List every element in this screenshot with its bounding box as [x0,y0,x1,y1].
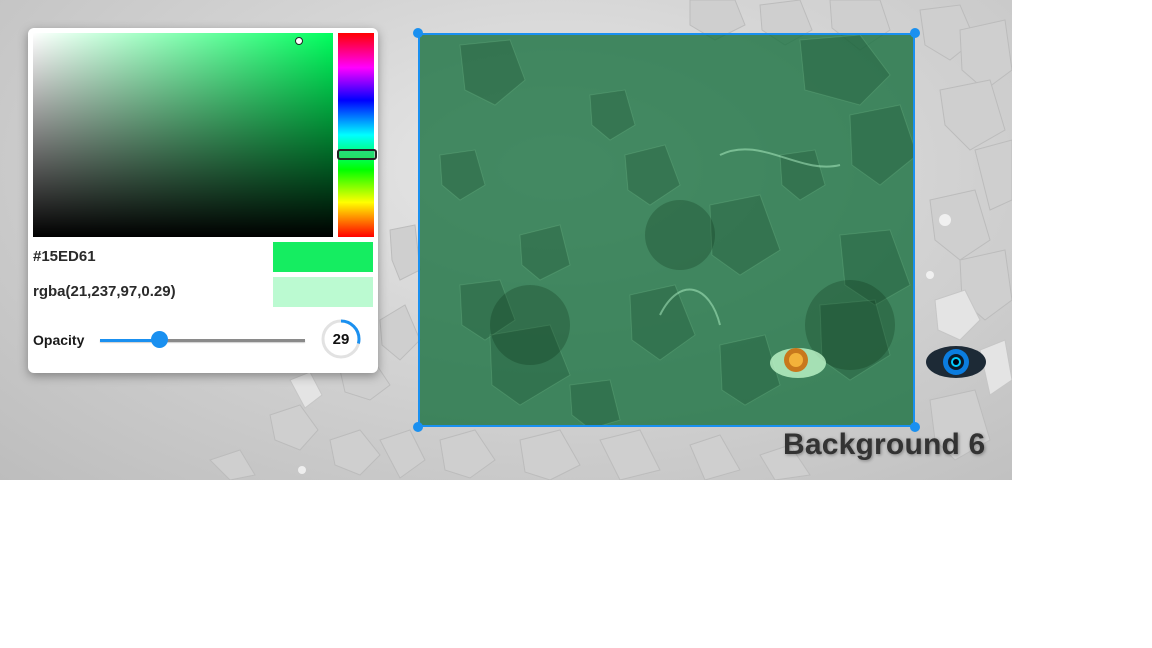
hue-slider[interactable] [338,33,374,237]
eye-graphic [926,346,986,378]
saturation-value-area[interactable] [33,33,333,237]
solid-color-swatch [273,242,373,272]
opacity-label: Opacity [33,332,85,348]
resize-handle-top-left[interactable] [413,28,423,38]
opacity-value-text: 29 [332,330,350,348]
saturation-cursor[interactable] [295,37,303,45]
opacity-slider-thumb[interactable] [150,331,168,348]
resize-handle-bottom-left[interactable] [413,422,423,432]
hex-value-text: #15ED61 [33,248,96,265]
resize-handle-top-right[interactable] [910,28,920,38]
opacity-slider-track[interactable] [100,339,305,342]
resize-handle-bottom-right[interactable] [910,422,920,432]
transparent-color-swatch [273,277,373,307]
rgba-value-text: rgba(21,237,97,0.29) [33,283,176,300]
hue-slider-handle[interactable] [337,149,377,160]
color-picker-panel: #15ED61 rgba(21,237,97,0.29) Opacity 29 [28,28,378,373]
selection-overlay[interactable] [418,33,915,427]
background-title: Background 6 [783,428,986,461]
overlay-polygon-texture [439,35,913,425]
